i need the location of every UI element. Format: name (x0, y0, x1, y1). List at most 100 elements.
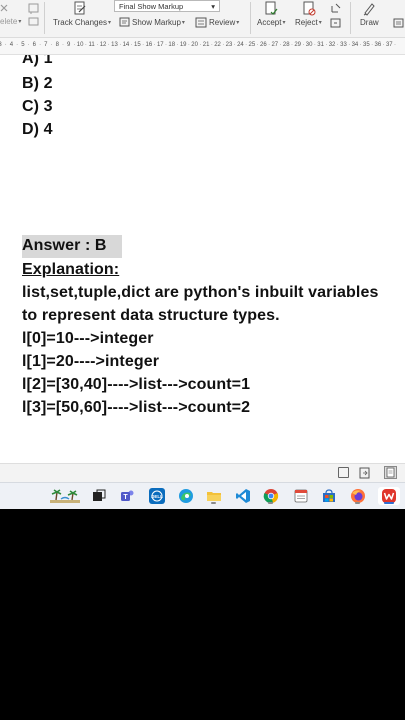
ruler-dot: · (382, 42, 385, 48)
ruler-dot: · (165, 42, 168, 48)
accept-icon[interactable] (264, 1, 278, 16)
wps-writer-icon[interactable] (378, 487, 400, 505)
option-b: B) 2 (22, 75, 53, 92)
ruler-dot: · (39, 42, 42, 48)
ruler-tick-label: 37 (385, 42, 393, 48)
running-indicator (268, 502, 273, 504)
delete-comment-icon[interactable] (0, 3, 12, 15)
accept-label: Accept (257, 18, 282, 27)
focus-mode-icon[interactable] (338, 467, 349, 478)
chevron-down-icon: ▾ (107, 20, 111, 26)
next-comment-icon[interactable] (28, 3, 40, 15)
show-markup-label: Show Markup (132, 18, 181, 27)
track-changes-icon[interactable] (73, 1, 87, 16)
notes-icon[interactable] (292, 487, 310, 505)
show-markup-button[interactable]: Show Markup ▾ (132, 18, 185, 27)
firefox-icon[interactable] (349, 487, 367, 505)
ruler-dot: · (245, 42, 248, 48)
ruler-dot: · (222, 42, 225, 48)
ruler-dot: · (176, 42, 179, 48)
ruler-dot: · (84, 42, 87, 48)
task-view-icon[interactable] (90, 487, 108, 505)
chevron-down-icon: ▾ (18, 19, 22, 25)
store-icon[interactable] (320, 487, 338, 505)
ruler-tick-label: 20 (191, 42, 198, 48)
chevron-down-icon: ▾ (211, 1, 215, 11)
ruler-tick-label: 6 (32, 42, 37, 48)
vscode-icon[interactable] (234, 487, 252, 505)
black-letterbox (0, 509, 405, 720)
track-changes-label: Track Changes (53, 18, 107, 27)
code-line-3: l[2]=[30,40]---->list--->count=1 (22, 376, 251, 393)
ruler-tick-label: 30 (305, 42, 313, 48)
ruler-dot: · (107, 42, 110, 48)
ribbon-divider (44, 2, 45, 34)
show-markup-icon (119, 17, 130, 27)
ruler-tick-label: 5 (21, 42, 25, 48)
ruler-dot: · (313, 42, 316, 48)
ruler-dot: · (336, 42, 339, 48)
read-mode-icon[interactable] (359, 467, 371, 479)
ruler-tick-label: 26 (260, 42, 267, 48)
explanation-heading: Explanation: (22, 261, 120, 278)
ruler-dot: · (16, 42, 19, 48)
svg-text:T: T (123, 494, 128, 501)
horizontal-ruler[interactable]: 3·4·5·6·7·8·9·10·11·12·13·14·15·16·17·18… (0, 38, 405, 55)
chevron-down-icon: ▾ (181, 20, 185, 26)
file-explorer-icon[interactable] (205, 487, 223, 505)
markup-view-select[interactable]: Final Show Markup ▾ (114, 0, 220, 12)
review-label: Review (209, 18, 236, 27)
ruler-tick-label: 11 (88, 42, 95, 48)
ruler-tick-label: 33 (340, 42, 347, 48)
chevron-down-icon: ▾ (282, 20, 286, 26)
edge-icon[interactable] (177, 487, 195, 505)
chrome-icon[interactable] (262, 487, 280, 505)
draw-button[interactable]: Draw (360, 18, 379, 27)
ruler-tick-label: 32 (328, 42, 336, 48)
option-c: C) 3 (22, 98, 53, 115)
ruler-tick-label: 10 (76, 42, 84, 48)
explanation-line-2: to represent data structure types. (22, 307, 280, 324)
ribbon-toolbar: elete ▾ Track Changes ▾ Final Show Marku… (0, 0, 405, 38)
windows-taskbar: T DELL (0, 482, 405, 509)
document-page[interactable]: A) 1 B) 2 C) 3 D) 4 Answer : B Explanati… (0, 55, 405, 463)
ruler-dot: · (142, 42, 145, 48)
reject-icon[interactable] (302, 1, 316, 16)
accept-button[interactable]: Accept ▾ (257, 18, 285, 27)
comment-nav-icon[interactable] (28, 17, 40, 29)
reject-button[interactable]: Reject ▾ (295, 18, 322, 27)
ruler-dot: · (50, 42, 53, 48)
track-changes-button[interactable]: Track Changes ▾ (53, 18, 111, 27)
ruler-dot: · (302, 42, 305, 48)
ruler-dot: · (153, 42, 156, 48)
explanation-line-1: list,set,tuple,dict are python's inbuilt… (22, 284, 379, 301)
ruler-tick-label: 12 (99, 42, 107, 48)
ruler-dot: · (199, 42, 202, 48)
ribbon-divider (350, 2, 351, 34)
pen-icon[interactable] (362, 1, 376, 16)
status-bar (0, 463, 405, 482)
teams-icon[interactable]: T (119, 487, 137, 505)
active-app-indicator (384, 502, 394, 504)
widgets-icon[interactable] (48, 487, 82, 505)
print-layout-icon[interactable] (384, 466, 397, 479)
delete-label: elete (0, 17, 18, 26)
ruler-dot: · (187, 42, 190, 48)
ruler-tick-label: 8 (55, 42, 59, 48)
ruler-tick-label: 16 (145, 42, 153, 48)
ruler-tick-label: 4 (9, 42, 14, 48)
ruler-tick-label: 34 (351, 42, 359, 48)
ruler-tick-label: 13 (111, 42, 118, 48)
ruler-tick-label: 27 (271, 42, 279, 48)
reject-label: Reject (295, 18, 318, 27)
dell-icon[interactable]: DELL (148, 487, 166, 505)
answer-text: Answer : B (22, 237, 107, 254)
ruler-dot: · (130, 42, 133, 48)
ruler-dot: · (394, 42, 397, 48)
markup-view-value: Final Show Markup (119, 1, 184, 11)
more-tools-icon[interactable] (393, 17, 405, 29)
previous-change-icon[interactable] (330, 2, 342, 14)
delete-button[interactable]: elete ▾ (0, 17, 21, 26)
next-change-icon[interactable] (330, 17, 342, 29)
reviewing-pane-button[interactable]: Review ▾ (209, 18, 239, 27)
